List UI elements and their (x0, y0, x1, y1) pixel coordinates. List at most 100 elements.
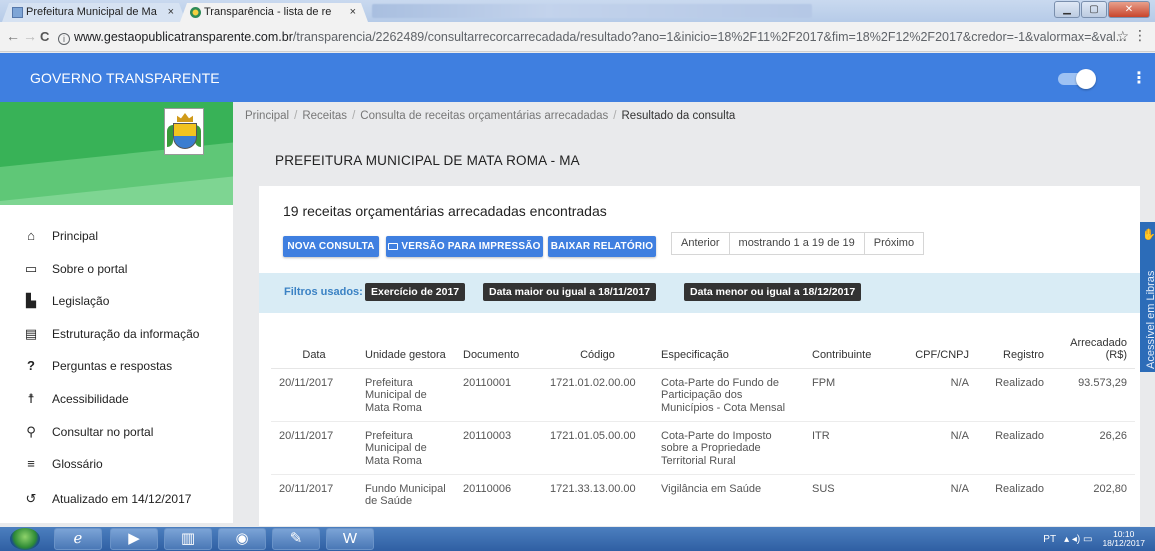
system-clock[interactable]: 10:10 18/12/2017 (1102, 530, 1145, 548)
word-app-icon[interactable]: W (326, 528, 374, 550)
cell-contribuinte: ITR (804, 421, 901, 475)
previous-page-button[interactable]: Anterior (672, 233, 730, 254)
col-header-documento[interactable]: Documento (455, 327, 542, 369)
cell-arrecadado: 26,26 (1052, 421, 1135, 475)
col-header-registro[interactable]: Registro (977, 327, 1052, 369)
site-favicon-icon (12, 7, 23, 18)
sidebar-item-legislacao[interactable]: ▙ Legislação (0, 285, 233, 318)
forward-icon[interactable]: → (23, 28, 37, 44)
col-header-arrecadado[interactable]: Arrecadado (R$) (1052, 327, 1135, 369)
breadcrumb-principal[interactable]: Principal (245, 110, 289, 122)
col-header-contribuinte[interactable]: Contribuinte (804, 327, 901, 369)
col-header-cpf-cnpj[interactable]: CPF/CNPJ (901, 327, 977, 369)
clock-date: 18/12/2017 (1102, 538, 1145, 548)
municipal-crest-icon (164, 108, 204, 155)
sidebar-item-label: Principal (52, 229, 99, 243)
browser-tab-prefeitura[interactable]: Prefeitura Municipal de Ma × (2, 3, 186, 22)
print-version-button[interactable]: VERSÃO PARA IMPRESSÃO (386, 236, 543, 257)
cell-cpf-cnpj: N/A (901, 474, 977, 528)
cell-codigo: 1721.01.02.00.00 (542, 368, 653, 422)
more-options-icon[interactable]: ⋮ (1131, 68, 1147, 88)
results-card: 19 receitas orçamentárias arrecadadas en… (259, 186, 1140, 528)
filters-label: Filtros usados: (284, 286, 363, 298)
ie-browser-icon[interactable]: ℯ (54, 528, 102, 550)
sidebar-item-estruturacao[interactable]: ▤ Estruturação da informação (0, 318, 233, 351)
filter-chip-data-inicio: Data maior ou igual a 18/11/2017 (483, 283, 657, 301)
document-icon: ▙ (26, 293, 36, 309)
sidebar-item-perguntas[interactable]: ? Perguntas e respostas (0, 350, 233, 383)
col-header-especificacao[interactable]: Especificação (653, 327, 804, 369)
bookmark-star-icon[interactable]: ☆ (1116, 28, 1129, 45)
result-count: 19 receitas orçamentárias arrecadadas en… (283, 203, 607, 219)
sidebar-item-consultar[interactable]: ⚲ Consultar no portal (0, 416, 233, 449)
libras-accessibility-tab[interactable]: ✋ Acessível em Libras (1140, 222, 1155, 372)
brand-title[interactable]: GOVERNO TRANSPARENTE (30, 70, 220, 86)
col-header-unidade[interactable]: Unidade gestora (357, 327, 455, 369)
cell-cpf-cnpj: N/A (901, 368, 977, 422)
next-page-button[interactable]: Próximo (865, 233, 923, 254)
site-favicon-icon (190, 7, 201, 18)
sidebar-menu: ⌂ Principal ▭ Sobre o portal ▙ Legislaçã… (0, 220, 233, 515)
file-explorer-icon[interactable]: ▥ (164, 528, 212, 550)
cell-codigo: 1721.33.13.00.00 (542, 474, 653, 528)
cell-registro: Realizado (977, 421, 1052, 475)
breadcrumb: Principal / Receitas / Consulta de receitas … (245, 110, 736, 122)
cell-especificacao: Cota-Parte do Imposto sobre a Propriedad… (653, 421, 804, 475)
libras-label: Acessível em Libras (1145, 270, 1155, 369)
windows-taskbar: ℯ ▶ ▥ ◉ ✎ W PT ▴ ◂) ▭ 10:10 18/12/2017 (0, 527, 1155, 551)
cell-cpf-cnpj: N/A (901, 421, 977, 475)
sidebar-item-updated: ↺ Atualizado em 14/12/2017 (0, 483, 233, 516)
sidebar-item-label: Acessibilidade (52, 391, 129, 406)
minimize-icon[interactable]: ▁ (1054, 1, 1080, 18)
start-button-icon[interactable] (10, 528, 40, 550)
accessibility-icon: ☨ (27, 390, 35, 406)
col-header-codigo[interactable]: Código (542, 327, 653, 369)
sidebar-item-label: Perguntas e respostas (52, 359, 173, 374)
cell-unidade: Prefeitura Municipal de Mata Roma (357, 421, 455, 475)
cell-unidade: Prefeitura Municipal de Mata Roma (357, 368, 455, 422)
chrome-browser-icon[interactable]: ◉ (218, 528, 266, 550)
app-header: GOVERNO TRANSPARENTE ⋮ (0, 53, 1155, 102)
browser-tab-transparencia[interactable]: Transparência - lista de re × (180, 3, 368, 22)
close-tab-icon[interactable]: × (350, 3, 356, 22)
maximize-icon[interactable]: ▢ (1081, 1, 1107, 18)
filters-bar: Filtros usados: Exercício de 2017 Data m… (259, 273, 1140, 313)
breadcrumb-current: Resultado da consulta (621, 110, 736, 122)
url-domain: www.gestaopublicatransparente.com.br (74, 30, 293, 44)
filter-chip-data-fim: Data menor ou igual a 18/12/2017 (684, 283, 862, 301)
table-row: 20/11/2017 Prefeitura Municipal de Mata … (271, 368, 1135, 422)
table-row: 20/11/2017 Fundo Municipal de Saúde 2011… (271, 474, 1135, 528)
col-header-data[interactable]: Data (271, 327, 357, 369)
help-icon: ? (27, 358, 35, 374)
info-icon[interactable]: i (58, 33, 70, 45)
reload-icon[interactable]: C (40, 29, 49, 44)
sidebar-item-acessibilidade[interactable]: ☨ Acessibilidade (0, 383, 233, 416)
paint-app-icon[interactable]: ✎ (272, 528, 320, 550)
media-player-icon[interactable]: ▶ (110, 528, 158, 550)
back-icon[interactable]: ← (6, 28, 20, 44)
sidebar-item-label: Estruturação da informação (52, 326, 200, 341)
close-window-icon[interactable]: ✕ (1108, 1, 1150, 18)
language-indicator[interactable]: PT (1043, 534, 1056, 545)
sidebar-item-glossario[interactable]: ≡ Glossário (0, 448, 233, 481)
sidebar-item-sobre[interactable]: ▭ Sobre o portal (0, 253, 233, 286)
cell-data: 20/11/2017 (271, 474, 357, 528)
cell-contribuinte: FPM (804, 368, 901, 422)
download-report-button[interactable]: BAIXAR RELATÓRIO (548, 236, 656, 257)
table-row: 20/11/2017 Prefeitura Municipal de Mata … (271, 421, 1135, 475)
sidebar-item-label: Consultar no portal (52, 424, 154, 439)
breadcrumb-consulta[interactable]: Consulta de receitas orçamentárias arrec… (360, 110, 608, 122)
url-input[interactable]: i www.gestaopublicatransparente.com.br/tr… (58, 27, 1138, 47)
theme-toggle[interactable] (1058, 69, 1096, 89)
results-table: Data Unidade gestora Documento Código Es… (271, 327, 1135, 528)
cell-documento: 20110001 (455, 368, 542, 422)
home-icon: ⌂ (27, 228, 35, 243)
sidebar-item-principal[interactable]: ⌂ Principal (0, 220, 233, 253)
breadcrumb-receitas[interactable]: Receitas (302, 110, 347, 122)
close-tab-icon[interactable]: × (168, 3, 174, 22)
new-query-button[interactable]: NOVA CONSULTA (283, 236, 379, 257)
blurred-window-title (372, 4, 812, 18)
browser-menu-icon[interactable]: ⋮ (1133, 27, 1147, 44)
toggle-knob (1076, 69, 1096, 89)
tray-icons[interactable]: ▴ ◂) ▭ (1064, 534, 1092, 545)
